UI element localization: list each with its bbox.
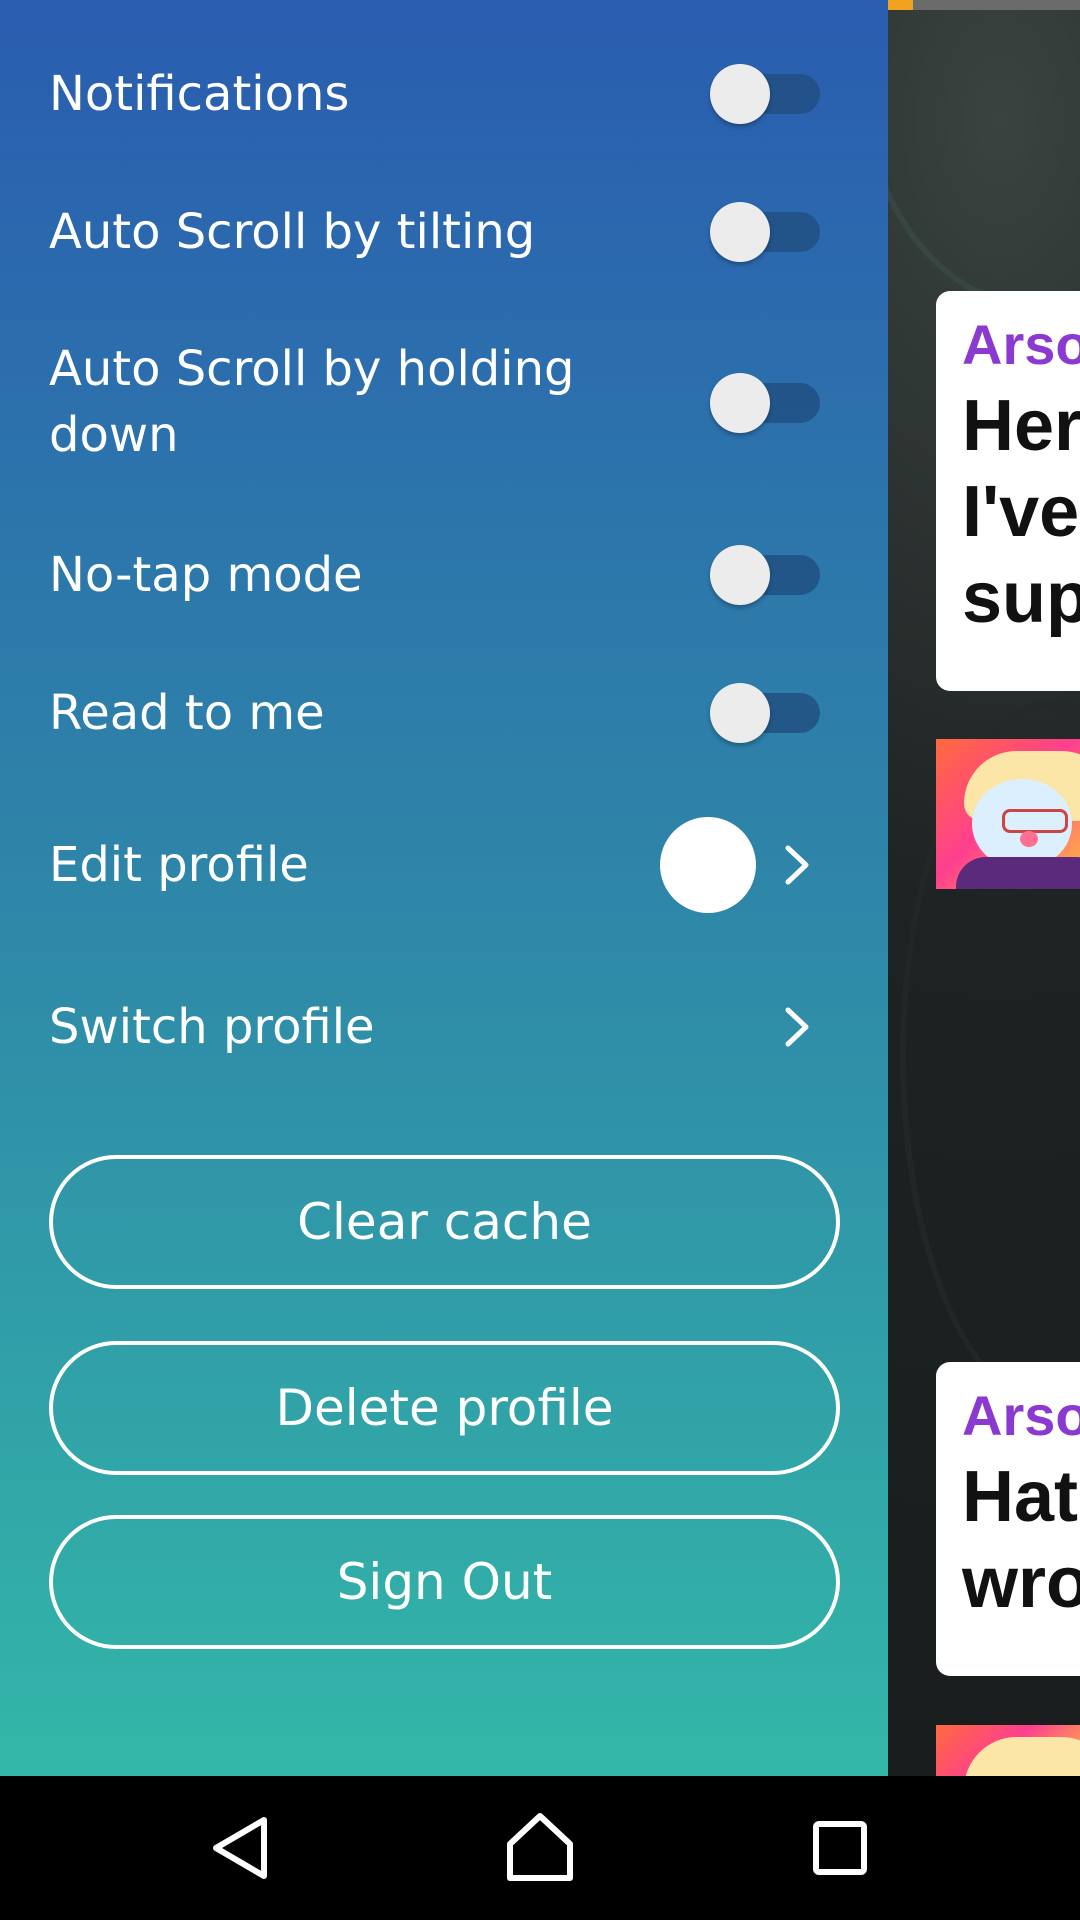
delete-profile-button[interactable]: Delete profile — [49, 1341, 840, 1475]
chevron-right-icon — [785, 845, 809, 885]
recents-icon[interactable] — [800, 1808, 880, 1888]
toggle-thumb — [710, 202, 770, 262]
edit-profile-label: Edit profile — [49, 837, 309, 893]
character-avatar — [936, 739, 1080, 889]
bubble-character-name: Arso — [962, 1384, 1080, 1447]
chat-bubble[interactable]: Arso Her I've sup — [936, 291, 1080, 691]
toggle-thumb — [710, 545, 770, 605]
bubble-message: Her I've sup — [962, 386, 1080, 638]
home-icon[interactable] — [500, 1808, 580, 1888]
toggle-thumb — [710, 683, 770, 743]
auto-scroll-holding-label: Auto Scroll by holding down — [49, 341, 575, 463]
notifications-toggle[interactable] — [710, 64, 822, 124]
bubble-message: Hat wro — [962, 1457, 1080, 1623]
back-icon[interactable] — [202, 1808, 282, 1888]
clear-cache-button[interactable]: Clear cache — [49, 1155, 840, 1289]
chevron-right-icon — [785, 1007, 809, 1047]
profile-avatar — [660, 817, 756, 913]
no-tap-mode-toggle[interactable] — [710, 545, 822, 605]
auto-scroll-tilting-toggle[interactable] — [710, 202, 822, 262]
toggle-thumb — [710, 64, 770, 124]
auto-scroll-tilting-label: Auto Scroll by tilting — [49, 204, 536, 260]
auto-scroll-holding-toggle[interactable] — [710, 373, 822, 433]
notifications-label: Notifications — [49, 66, 350, 122]
toggle-thumb — [710, 373, 770, 433]
bubble-character-name: Arso — [962, 313, 1080, 376]
system-navigation-bar — [0, 1776, 1080, 1920]
character-avatar — [936, 1725, 1080, 1776]
chat-bubble[interactable]: Arso Hat wro — [936, 1362, 1080, 1676]
read-to-me-toggle[interactable] — [710, 683, 822, 743]
no-tap-mode-label: No-tap mode — [49, 547, 363, 603]
settings-drawer: Notifications Auto Scroll by tilting Aut… — [0, 0, 888, 1776]
background-swirl — [860, 0, 1080, 312]
read-to-me-label: Read to me — [49, 685, 325, 741]
switch-profile-label: Switch profile — [49, 999, 375, 1055]
sign-out-button[interactable]: Sign Out — [49, 1515, 840, 1649]
